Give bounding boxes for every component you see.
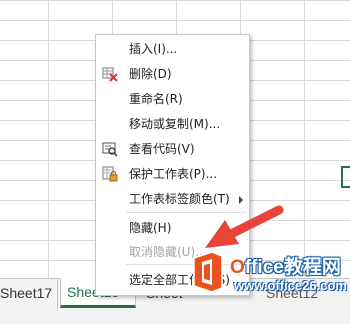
menu-item-label: 隐藏(H) — [129, 221, 172, 235]
menu-item-label: 查看代码(V) — [129, 142, 195, 156]
view-code-icon — [102, 141, 118, 157]
menu-item-label: 删除(D) — [129, 67, 172, 81]
menu-item-protect-sheet[interactable]: 保护工作表(P)... — [96, 163, 249, 185]
menu-item-view-code[interactable]: 查看代码(V) — [96, 138, 249, 160]
menu-item-label: 插入(I)... — [129, 42, 178, 56]
office26-watermark: Office教程网 www.office26.com — [190, 248, 350, 308]
sheet-tab[interactable]: Sheet17 — [0, 279, 58, 309]
menu-item-delete[interactable]: 删除(D) — [96, 63, 249, 85]
selected-cell[interactable] — [341, 166, 350, 188]
menu-item-move-copy[interactable]: 移动或复制(M)... — [96, 113, 249, 135]
delete-sheet-icon — [102, 66, 118, 82]
watermark-url: www.office26.com — [234, 278, 347, 293]
protect-sheet-icon — [102, 166, 118, 182]
menu-item-label: 移动或复制(M)... — [129, 117, 221, 131]
office-logo-icon — [193, 251, 223, 293]
menu-item-insert[interactable]: 插入(I)... — [96, 38, 249, 60]
menu-item-label: 重命名(R) — [129, 92, 183, 106]
menu-item-label: 保护工作表(P)... — [129, 167, 218, 181]
watermark-title: Office教程网 — [230, 257, 341, 278]
menu-item-rename[interactable]: 重命名(R) — [96, 88, 249, 110]
